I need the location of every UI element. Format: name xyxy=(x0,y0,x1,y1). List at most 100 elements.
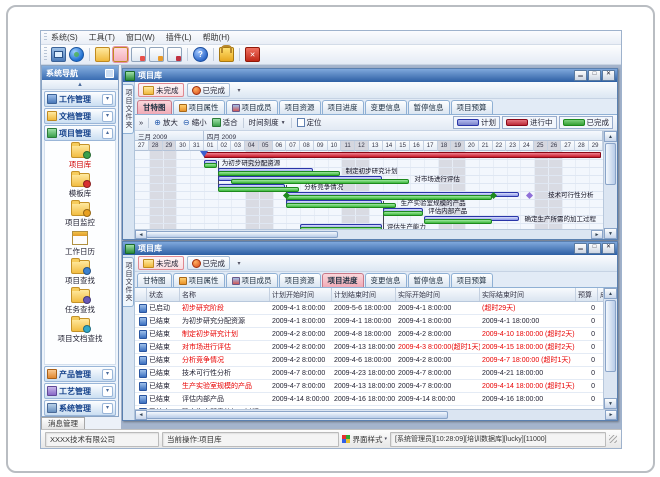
tab-暂停信息[interactable]: 暂停信息 xyxy=(408,100,450,114)
pin-icon[interactable] xyxy=(105,69,114,78)
sidebar-item-工作日历[interactable]: 工作日历 xyxy=(65,231,95,257)
maximize-button[interactable]: □ xyxy=(588,70,601,81)
menu-item-系统(S)[interactable]: 系统(S) xyxy=(51,32,78,43)
gantt-bar-done[interactable] xyxy=(286,203,395,208)
folder-open-icon[interactable] xyxy=(95,47,110,62)
table-row[interactable]: 已结束分析竞争情况2009-4-2 8:00:002009-4-6 18:00:… xyxy=(135,354,603,367)
tab-甘特图[interactable]: 甘特图 xyxy=(137,273,172,287)
tab-甘特图[interactable]: 甘特图 xyxy=(137,100,172,114)
menu-item-帮助(H)[interactable]: 帮助(H) xyxy=(203,32,230,43)
scroll-down-arrow[interactable]: ▼ xyxy=(604,398,617,409)
tab-项目预算[interactable]: 项目预算 xyxy=(451,273,493,287)
sidebar-item-项目监控[interactable]: 项目监控 xyxy=(65,202,95,228)
scroll-right-arrow[interactable]: ► xyxy=(605,410,617,420)
time-scale-button[interactable]: 时间刻度▼ xyxy=(249,117,286,128)
maximize-button[interactable]: □ xyxy=(588,243,601,254)
minimize-button[interactable]: ▁ xyxy=(574,243,587,254)
scroll-thumb[interactable] xyxy=(146,411,448,419)
chevron-down-icon[interactable]: ▾ xyxy=(102,94,113,105)
gantt-horizontal-scrollbar[interactable]: ◄ ► xyxy=(135,229,603,239)
gantt-bar-done[interactable] xyxy=(424,219,492,224)
column-header-icon[interactable] xyxy=(135,288,147,301)
scroll-right-arrow[interactable]: ► xyxy=(591,230,603,239)
column-header-计划结束时间[interactable]: 计划结束时间 xyxy=(332,288,396,301)
help-icon[interactable] xyxy=(193,47,208,62)
fit-button[interactable]: 适合 xyxy=(212,117,238,128)
computer-icon[interactable] xyxy=(51,47,66,62)
table-horizontal-scrollbar[interactable]: ◄ ► xyxy=(135,409,617,420)
column-header-名称[interactable]: 名称 xyxy=(180,288,270,301)
column-header-状态[interactable]: 状态 xyxy=(147,288,180,301)
sidebar-group-文档管理[interactable]: 文档管理▾ xyxy=(44,108,116,124)
chevron-down-icon[interactable]: ▾ xyxy=(102,403,113,414)
scroll-thumb[interactable] xyxy=(605,300,616,372)
table-row[interactable]: 已结束为初步研究分配资源2009-4-1 8:00:002009-4-1 18:… xyxy=(135,315,603,328)
tab-project-folder[interactable]: 项目文件夹 xyxy=(123,84,134,134)
ui-style-button[interactable]: 界面样式 ▾ xyxy=(342,434,387,445)
filter-button-已完成[interactable]: 已完成 xyxy=(187,83,231,97)
sidebar-group-产品管理[interactable]: 产品管理▾ xyxy=(44,366,116,382)
column-header-预算[interactable]: 预算 xyxy=(576,288,598,301)
folder-window-icon[interactable] xyxy=(113,47,128,62)
tab-项目进度[interactable]: 项目进度 xyxy=(322,100,364,114)
tab-暂停信息[interactable]: 暂停信息 xyxy=(408,273,450,287)
table-row[interactable]: 已结束技术可行性分析2009-4-7 8:00:002009-4-23 18:0… xyxy=(135,367,603,380)
column-header-实际结束时间[interactable]: 实际结束时间 xyxy=(480,288,576,301)
window-titlebar[interactable]: 项目库 ▁ □ ✕ xyxy=(123,242,617,255)
locate-button[interactable]: 定位 xyxy=(297,117,322,128)
table-row[interactable]: 已启动初步研究阶段2009-4-1 8:00:002009-5-6 18:00:… xyxy=(135,302,603,315)
tab-项目预算[interactable]: 项目预算 xyxy=(451,100,493,114)
table-row[interactable]: 已结束评估内部产品2009-4-14 8:00:002009-4-16 18:0… xyxy=(135,393,603,406)
tab-项目成员[interactable]: 项目成员 xyxy=(226,100,278,114)
sidebar-item-模板库[interactable]: 模板库 xyxy=(69,173,92,199)
close-button[interactable]: ✕ xyxy=(602,70,615,81)
report-view-icon[interactable] xyxy=(149,47,164,62)
sidebar-item-项目库[interactable]: 项目库 xyxy=(69,144,92,170)
chevron-down-icon[interactable]: ▾ xyxy=(102,111,113,122)
zoom-out-button[interactable]: ⊖缩小 xyxy=(183,117,207,128)
tab-project-folder[interactable]: 项目文件夹 xyxy=(123,257,134,307)
minimize-button[interactable]: ▁ xyxy=(574,70,587,81)
menu-item-窗口(W)[interactable]: 窗口(W) xyxy=(126,32,155,43)
tab-message-management[interactable]: 消息管理 xyxy=(41,417,85,429)
tab-项目资源[interactable]: 项目资源 xyxy=(279,273,321,287)
tab-变更信息[interactable]: 变更信息 xyxy=(365,100,407,114)
scroll-thumb[interactable] xyxy=(146,231,338,238)
scroll-down-arrow[interactable]: ▼ xyxy=(604,228,617,239)
report-new-icon[interactable] xyxy=(131,47,146,62)
tab-项目进度[interactable]: 项目进度 xyxy=(322,273,364,287)
sidebar-group-系统管理[interactable]: 系统管理▾ xyxy=(44,400,116,416)
menu-item-工具(T)[interactable]: 工具(T) xyxy=(89,32,115,43)
filter-overflow-button[interactable]: ▾ xyxy=(233,257,245,270)
scroll-thumb[interactable] xyxy=(605,143,616,185)
sidebar-item-项目文档查找[interactable]: 项目文档查找 xyxy=(58,318,103,344)
zoom-in-button[interactable]: ⊕放大 xyxy=(154,117,178,128)
menu-item-插件(L)[interactable]: 插件(L) xyxy=(166,32,192,43)
sidebar-item-任务查找[interactable]: 任务查找 xyxy=(65,289,95,315)
filter-button-未完成[interactable]: 未完成 xyxy=(138,256,184,270)
close-button[interactable]: ✕ xyxy=(602,243,615,254)
filter-overflow-button[interactable]: ▾ xyxy=(233,84,245,97)
chevron-up-icon[interactable]: ▴ xyxy=(102,128,113,139)
sidebar-collapse-button[interactable]: ▲ xyxy=(42,80,118,90)
filter-button-已完成[interactable]: 已完成 xyxy=(187,256,231,270)
window-titlebar[interactable]: 项目库 ▁ □ ✕ xyxy=(123,69,617,82)
sidebar-group-项目管理[interactable]: 项目管理▴ xyxy=(44,125,116,141)
column-header-计划开始时间[interactable]: 计划开始时间 xyxy=(270,288,332,301)
gantt-body[interactable]: 为初步研究分配资源制定初步研究计划对市场进行评估分析竞争情况技术可行性分析生产实… xyxy=(135,151,603,229)
table-row[interactable]: 已结束制定初步研究计划2009-4-2 8:00:002009-4-8 18:0… xyxy=(135,328,603,341)
gantt-bar-done[interactable] xyxy=(383,211,423,216)
tab-变更信息[interactable]: 变更信息 xyxy=(365,273,407,287)
chevron-down-icon[interactable]: ▾ xyxy=(102,386,113,397)
sidebar-group-工艺管理[interactable]: 工艺管理▾ xyxy=(44,383,116,399)
table-row[interactable]: 已结束对市场进行评估2009-4-2 8:00:002009-4-13 18:0… xyxy=(135,341,603,354)
sidebar-item-项目查找[interactable]: 项目查找 xyxy=(65,260,95,286)
column-header-实际开始时间[interactable]: 实际开始时间 xyxy=(396,288,480,301)
report-delete-icon[interactable] xyxy=(167,47,182,62)
resize-grip[interactable] xyxy=(609,435,617,443)
gantt-bar-inprogress[interactable] xyxy=(204,152,601,158)
globe-icon[interactable] xyxy=(69,47,84,62)
scroll-up-arrow[interactable]: ▲ xyxy=(604,131,617,142)
filter-button-未完成[interactable]: 未完成 xyxy=(138,83,184,97)
table-vertical-scrollbar[interactable]: ▲ ▼ xyxy=(603,288,617,409)
